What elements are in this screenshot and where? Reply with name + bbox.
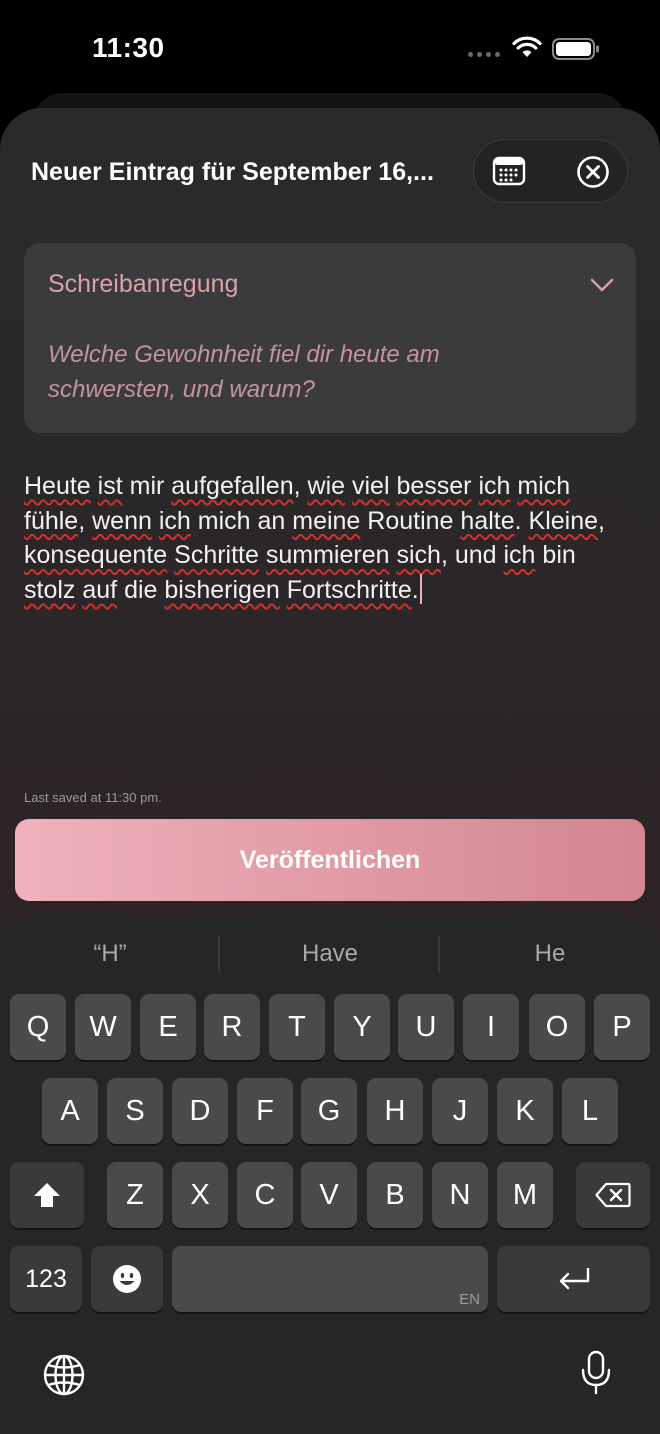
prompt-question: Welche Gewohnheit fiel dir heute am schw… xyxy=(48,341,440,403)
calendar-icon[interactable] xyxy=(492,154,526,188)
text-run: mich an xyxy=(190,506,293,535)
key-n[interactable]: N xyxy=(432,1162,488,1228)
text-run: , xyxy=(78,506,93,535)
key-c[interactable]: C xyxy=(237,1162,293,1228)
misspelled-word: besser xyxy=(396,472,472,500)
misspelled-word: ist xyxy=(97,472,123,500)
emoji-icon xyxy=(113,1265,141,1293)
prompt-heading: Schreibanregung xyxy=(48,270,239,298)
key-u[interactable]: U xyxy=(398,994,454,1060)
status-bar: 11:30 xyxy=(0,0,660,96)
key-x[interactable]: X xyxy=(172,1162,228,1228)
text-run: mir xyxy=(122,472,172,500)
clock: 11:30 xyxy=(92,32,165,63)
suggestion-1[interactable]: “H” xyxy=(0,940,220,968)
cellular-signal-icon xyxy=(468,52,502,58)
battery-icon xyxy=(552,38,599,60)
text-run: . xyxy=(411,576,419,605)
chevron-down-icon[interactable] xyxy=(590,277,614,293)
misspelled-word: sich xyxy=(396,541,441,570)
key-h[interactable]: H xyxy=(367,1078,423,1144)
backspace-icon xyxy=(595,1182,631,1208)
misspelled-word: ich xyxy=(478,472,511,500)
key-a[interactable]: A xyxy=(42,1078,98,1144)
misspelled-word: Fortschritte xyxy=(286,576,412,605)
misspelled-word: bisherigen xyxy=(164,576,280,605)
key-y[interactable]: Y xyxy=(334,994,390,1060)
misspelled-word: meine xyxy=(292,506,361,535)
keyboard-language-label: EN xyxy=(459,1291,480,1308)
misspelled-word: Schritte xyxy=(174,541,259,570)
key-z[interactable]: Z xyxy=(107,1162,163,1228)
key-r[interactable]: R xyxy=(204,994,260,1060)
text-run: , xyxy=(293,472,308,500)
wifi-icon xyxy=(512,36,542,57)
key-o[interactable]: O xyxy=(529,994,585,1060)
close-icon[interactable] xyxy=(576,155,610,189)
return-key[interactable] xyxy=(497,1246,650,1312)
text-run xyxy=(259,541,266,569)
key-f[interactable]: F xyxy=(237,1078,293,1144)
shift-key[interactable] xyxy=(10,1162,84,1228)
key-g[interactable]: G xyxy=(301,1078,357,1144)
misspelled-word: summieren xyxy=(265,541,390,570)
misspelled-word: aufgefallen xyxy=(171,472,294,500)
key-w[interactable]: W xyxy=(75,994,131,1060)
key-p[interactable]: P xyxy=(594,994,650,1060)
emoji-key[interactable] xyxy=(91,1246,163,1312)
predictive-bar: “H” Have He xyxy=(0,916,660,992)
key-m[interactable]: M xyxy=(497,1162,553,1228)
text-run: . xyxy=(514,506,529,535)
key-t[interactable]: T xyxy=(269,994,325,1060)
misspelled-word: viel xyxy=(351,472,390,500)
key-v[interactable]: V xyxy=(301,1162,357,1228)
key-e[interactable]: E xyxy=(140,994,196,1060)
writing-prompt-card[interactable]: Schreibanregung Welche Gewohnheit fiel d… xyxy=(24,243,636,433)
key-q[interactable]: Q xyxy=(10,994,66,1060)
key-b[interactable]: B xyxy=(367,1162,423,1228)
misspelled-word: konsequente xyxy=(24,541,168,570)
numbers-key[interactable]: 123 xyxy=(10,1246,82,1312)
misspelled-word: Kleine xyxy=(528,506,599,535)
text-run xyxy=(152,507,159,535)
text-run: die xyxy=(117,576,165,605)
misspelled-word: ich xyxy=(503,541,536,570)
misspelled-word: ich xyxy=(158,506,191,535)
space-key[interactable]: EN xyxy=(172,1246,488,1312)
misspelled-word: stolz xyxy=(24,576,76,605)
microphone-icon[interactable] xyxy=(580,1350,612,1396)
misspelled-word: fühle xyxy=(24,506,79,535)
text-run xyxy=(345,472,352,500)
key-s[interactable]: S xyxy=(107,1078,163,1144)
last-saved-label: Last saved at 11:30 pm. xyxy=(24,790,162,805)
text-run: bin xyxy=(535,541,576,570)
text-cursor xyxy=(419,574,422,605)
entry-title: Neuer Eintrag für September 16,... xyxy=(31,158,434,186)
return-icon xyxy=(559,1268,590,1290)
text-run: Routine xyxy=(360,506,461,535)
key-d[interactable]: D xyxy=(172,1078,228,1144)
shift-icon xyxy=(34,1183,60,1207)
key-k[interactable]: K xyxy=(497,1078,553,1144)
misspelled-word: Heute xyxy=(24,472,91,500)
delete-key[interactable] xyxy=(576,1162,650,1228)
key-j[interactable]: J xyxy=(432,1078,488,1144)
suggestion-3[interactable]: He xyxy=(440,940,660,968)
misspelled-word: wenn xyxy=(92,506,152,535)
misspelled-word: wie xyxy=(307,472,346,500)
misspelled-word: auf xyxy=(82,576,118,605)
text-run: , xyxy=(598,506,605,535)
header-actions xyxy=(473,139,628,203)
misspelled-word: halte xyxy=(460,506,515,535)
key-i[interactable]: I xyxy=(463,994,519,1060)
publish-button[interactable]: Veröffentlichen xyxy=(15,819,645,901)
text-run: , und xyxy=(440,541,504,570)
misspelled-word: mich xyxy=(517,472,571,500)
globe-icon[interactable] xyxy=(42,1353,86,1397)
key-l[interactable]: L xyxy=(562,1078,618,1144)
entry-text-editor[interactable]: Heute ist mir aufgefallen, wie viel bess… xyxy=(24,469,640,608)
suggestion-2[interactable]: Have xyxy=(220,940,440,968)
text-run xyxy=(280,576,287,604)
